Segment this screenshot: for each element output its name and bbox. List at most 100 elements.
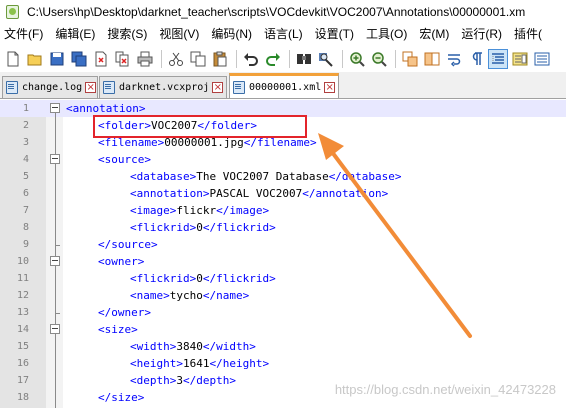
xml-tag: </annotation> <box>302 187 389 200</box>
line-number: 1 <box>22 103 29 114</box>
code-text[interactable]: </source> <box>98 236 158 253</box>
cut-icon[interactable] <box>166 49 186 69</box>
fold-toggle-icon[interactable] <box>50 154 60 164</box>
xml-tag: <flickrid> <box>130 272 197 285</box>
zoom-in-icon[interactable] <box>347 49 367 69</box>
code-text[interactable]: <flickrid>0</flickrid> <box>130 270 276 287</box>
xml-tag: </width> <box>202 340 256 353</box>
sync-h-icon[interactable] <box>422 49 442 69</box>
editor-area[interactable]: 1 <annotation> 2 <folder>VOC2007</folder> 3 <… <box>0 100 566 408</box>
code-line[interactable]: 13 </owner> <box>0 304 566 321</box>
code-line[interactable]: 6 <annotation>PASCAL VOC2007</annotation> <box>0 185 566 202</box>
replace-icon[interactable] <box>316 49 336 69</box>
tab-label: change.log <box>22 82 83 93</box>
toolbar-separator <box>395 49 396 68</box>
code-line[interactable]: 10 <owner> <box>0 253 566 270</box>
xml-tag: <annotation> <box>66 102 146 115</box>
copy-icon[interactable] <box>188 49 208 69</box>
menu-view[interactable]: 视图(V) <box>153 24 205 45</box>
code-line[interactable]: 15 <width>3840</width> <box>0 338 566 355</box>
code-text[interactable]: </owner> <box>98 304 151 321</box>
tab-close-icon[interactable]: × <box>212 82 224 93</box>
undo-icon[interactable] <box>241 49 261 69</box>
code-text[interactable]: <database>The VOC2007 Database</database… <box>130 168 402 185</box>
fold-toggle-icon[interactable] <box>50 324 60 334</box>
code-text[interactable]: <source> <box>98 151 151 168</box>
close-all-icon[interactable] <box>113 49 133 69</box>
code-text[interactable]: </size> <box>98 389 144 406</box>
code-line[interactable]: 12 <name>tycho</name> <box>0 287 566 304</box>
file-icon <box>103 81 115 94</box>
code-text[interactable]: <owner> <box>98 253 144 270</box>
new-file-icon[interactable] <box>3 49 23 69</box>
menu-language[interactable]: 语言(L) <box>258 24 309 45</box>
code-line[interactable]: 5 <database>The VOC2007 Database</databas… <box>0 168 566 185</box>
code-text[interactable]: <depth>3</depth> <box>130 372 236 389</box>
line-number: 9 <box>22 239 29 250</box>
code-line[interactable]: 16 <height>1641</height> <box>0 355 566 372</box>
menu-file[interactable]: 文件(F) <box>0 24 49 45</box>
redo-icon[interactable] <box>263 49 283 69</box>
save-icon[interactable] <box>47 49 67 69</box>
line-number: 5 <box>22 171 29 182</box>
menu-plugins[interactable]: 插件( <box>508 24 548 45</box>
menu-run[interactable]: 运行(R) <box>455 24 508 45</box>
xml-value: 0 <box>196 221 203 234</box>
code-text[interactable]: <width>3840</width> <box>130 338 256 355</box>
menu-settings[interactable]: 设置(T) <box>309 24 360 45</box>
tab-bar: change.log × darknet.vcxproj × 00000001.… <box>0 72 566 99</box>
xml-tag: <image> <box>130 204 177 217</box>
xml-tag: <flickrid> <box>130 221 197 234</box>
save-all-icon[interactable] <box>69 49 89 69</box>
menu-macro[interactable]: 宏(M) <box>413 24 455 45</box>
code-line[interactable]: 9 </source> <box>0 236 566 253</box>
fold-end-marker <box>55 245 60 246</box>
folder-highlight-box <box>93 115 307 138</box>
doc-map-icon[interactable] <box>510 49 530 69</box>
line-number: 15 <box>16 341 29 352</box>
code-text[interactable]: <annotation>PASCAL VOC2007</annotation> <box>130 185 388 202</box>
fold-toggle-icon[interactable] <box>50 256 60 266</box>
word-wrap-icon[interactable] <box>444 49 464 69</box>
tab-00000001-xml[interactable]: 00000001.xml × <box>229 73 339 98</box>
paste-icon[interactable] <box>210 49 230 69</box>
xml-tag: <name> <box>130 289 170 302</box>
show-all-chars-icon[interactable] <box>466 49 486 69</box>
tab-close-icon[interactable]: × <box>85 82 97 93</box>
xml-value: 0 <box>196 272 203 285</box>
indent-guide-icon[interactable] <box>488 48 508 69</box>
sync-v-icon[interactable] <box>400 49 420 69</box>
line-number: 6 <box>22 188 29 199</box>
toolbar-separator <box>342 49 343 68</box>
fold-toggle-icon[interactable] <box>50 103 60 113</box>
zoom-out-icon[interactable] <box>369 49 389 69</box>
line-number: 4 <box>22 154 29 165</box>
code-text[interactable]: <flickrid>0</flickrid> <box>130 219 276 236</box>
code-text[interactable]: <size> <box>98 321 138 338</box>
code-line[interactable]: 14 <size> <box>0 321 566 338</box>
code-line[interactable]: 7 <image>flickr</image> <box>0 202 566 219</box>
watermark: https://blog.csdn.net/weixin_42473228 <box>334 382 556 397</box>
open-file-icon[interactable] <box>25 49 45 69</box>
code-text[interactable]: <image>flickr</image> <box>130 202 269 219</box>
tab-change-log[interactable]: change.log × <box>2 76 98 98</box>
tab-darknet-vcxproj[interactable]: darknet.vcxproj × <box>99 76 227 98</box>
code-line[interactable]: 8 <flickrid>0</flickrid> <box>0 219 566 236</box>
find-icon[interactable] <box>294 49 314 69</box>
tab-close-icon[interactable]: × <box>324 82 336 93</box>
xml-value: PASCAL VOC2007 <box>209 187 303 200</box>
code-text[interactable]: <height>1641</height> <box>130 355 269 372</box>
close-icon[interactable] <box>91 49 111 69</box>
code-line[interactable]: 4 <source> <box>0 151 566 168</box>
xml-tag: </database> <box>328 170 402 183</box>
function-list-icon[interactable] <box>532 49 552 69</box>
code-text[interactable]: <name>tycho</name> <box>130 287 249 304</box>
menu-search[interactable]: 搜索(S) <box>101 24 153 45</box>
menu-edit[interactable]: 编辑(E) <box>49 24 101 45</box>
code-line[interactable]: 11 <flickrid>0</flickrid> <box>0 270 566 287</box>
print-icon[interactable] <box>135 49 155 69</box>
file-icon <box>6 81 18 94</box>
xml-tag: <source> <box>98 153 151 166</box>
menu-encoding[interactable]: 编码(N) <box>205 24 258 45</box>
menu-tools[interactable]: 工具(O) <box>360 24 413 45</box>
